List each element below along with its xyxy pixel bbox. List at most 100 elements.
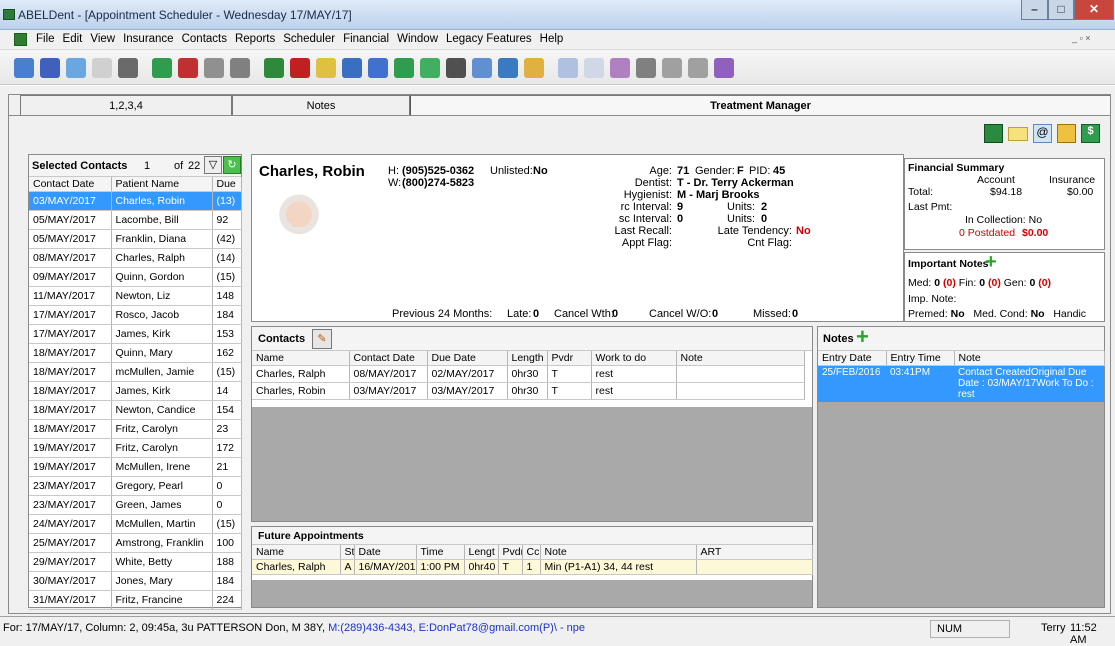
column-header[interactable]: Name bbox=[252, 351, 350, 366]
add-appointment-icon[interactable] bbox=[264, 58, 284, 78]
table-row[interactable]: 05/MAY/2017 Franklin, Diana (42) bbox=[29, 229, 242, 249]
table-row[interactable]: 31/MAY/2017 Fritz, Francine 224 bbox=[29, 590, 242, 610]
table-row[interactable]: Charles, Ralph 08/MAY/2017 02/MAY/2017 0hr3… bbox=[252, 365, 805, 383]
chart-icon[interactable] bbox=[152, 58, 172, 78]
column-header[interactable]: Note bbox=[540, 545, 697, 560]
contacts-icon[interactable] bbox=[66, 58, 86, 78]
menu-reports[interactable]: Reports bbox=[231, 30, 279, 48]
blank2-icon[interactable] bbox=[636, 58, 656, 78]
add-note-plus-icon[interactable]: + bbox=[856, 326, 874, 348]
add-note-icon[interactable]: + bbox=[985, 252, 1001, 272]
column-header[interactable]: Due Date bbox=[427, 351, 508, 366]
column-header[interactable]: Cc bbox=[522, 545, 541, 560]
table-row[interactable]: 19/MAY/2017 McMullen, Irene 21 bbox=[29, 457, 242, 477]
mail-icon[interactable] bbox=[1008, 127, 1028, 141]
check-icon[interactable] bbox=[178, 58, 198, 78]
table-row[interactable]: 25/MAY/2017 Amstrong, Franklin 100 bbox=[29, 533, 242, 553]
table-row[interactable]: 18/MAY/2017 Fritz, Carolyn 23 bbox=[29, 419, 242, 439]
refresh-icon[interactable]: ↻ bbox=[223, 156, 241, 174]
payment-icon[interactable] bbox=[394, 58, 414, 78]
blank3-icon[interactable] bbox=[662, 58, 682, 78]
close-button[interactable]: ✕ bbox=[1074, 0, 1114, 20]
table-row[interactable]: 29/MAY/2017 White, Betty 188 bbox=[29, 552, 242, 572]
claim-icon[interactable] bbox=[342, 58, 362, 78]
print-icon[interactable] bbox=[446, 58, 466, 78]
menu-help[interactable]: Help bbox=[536, 30, 568, 48]
edit-pencil-icon[interactable]: ✎ bbox=[312, 329, 332, 349]
column-header[interactable]: Patient Name bbox=[111, 177, 213, 192]
pencil-icon[interactable] bbox=[316, 58, 336, 78]
table-row[interactable]: 11/MAY/2017 Newton, Liz 148 bbox=[29, 286, 242, 306]
edit-note-icon[interactable] bbox=[1057, 124, 1076, 143]
column-header[interactable]: Contact Date bbox=[29, 177, 112, 192]
column-header[interactable]: Note bbox=[954, 351, 1105, 366]
tooth-icon[interactable] bbox=[524, 58, 544, 78]
menu-view[interactable]: View bbox=[86, 30, 119, 48]
minimize-button[interactable]: – bbox=[1021, 0, 1048, 20]
column-header[interactable]: Pvdr bbox=[498, 545, 523, 560]
menu-scheduler[interactable]: Scheduler bbox=[279, 30, 339, 48]
tooth2-icon[interactable] bbox=[584, 58, 604, 78]
report-icon[interactable] bbox=[420, 58, 440, 78]
table-row[interactable]: 17/MAY/2017 Rosco, Jacob 184 bbox=[29, 305, 242, 325]
column-header[interactable]: Due bbox=[212, 177, 242, 192]
table-row[interactable]: 17/MAY/2017 James, Kirk 153 bbox=[29, 324, 242, 344]
ledger-icon[interactable] bbox=[368, 58, 388, 78]
filter-icon[interactable]: ▽ bbox=[204, 156, 222, 174]
table-row[interactable]: 19/MAY/2017 Fritz, Carolyn 172 bbox=[29, 438, 242, 458]
doc-icon[interactable] bbox=[472, 58, 492, 78]
edit-icon[interactable] bbox=[230, 58, 250, 78]
column-header[interactable]: Lengt bbox=[464, 545, 499, 560]
phone-icon[interactable] bbox=[204, 58, 224, 78]
table-row[interactable]: 25/FEB/2016 03:41PM Contact CreatedOrigina… bbox=[818, 365, 1104, 402]
table-row[interactable]: 18/MAY/2017 James, Kirk 14 bbox=[29, 381, 242, 401]
table-row[interactable]: 18/MAY/2017 mcMullen, Jamie (15) bbox=[29, 362, 242, 382]
column-header[interactable]: ART bbox=[696, 545, 813, 560]
table-row[interactable]: 08/MAY/2017 Charles, Ralph (14) bbox=[29, 248, 242, 268]
menu-window[interactable]: Window bbox=[393, 30, 442, 48]
table-row[interactable]: 18/MAY/2017 Quinn, Mary 162 bbox=[29, 343, 242, 363]
menu-edit[interactable]: Edit bbox=[59, 30, 87, 48]
table-row[interactable]: 24/MAY/2017 McMullen, Martin (15) bbox=[29, 514, 242, 534]
tab-notes[interactable]: Notes bbox=[232, 95, 410, 115]
table-row[interactable]: 30/MAY/2017 Jones, Mary 184 bbox=[29, 571, 242, 591]
table-row[interactable]: Charles, Ralph A 16/MAY/2017 1:00 PM 0hr40 T 1… bbox=[252, 559, 813, 575]
menu-financial[interactable]: Financial bbox=[339, 30, 393, 48]
column-header[interactable]: Entry Date bbox=[818, 351, 887, 366]
financial-icon[interactable]: $ bbox=[1081, 124, 1100, 143]
tab-treatment-manager[interactable]: Treatment Manager bbox=[410, 95, 1110, 115]
blank-icon[interactable] bbox=[118, 58, 138, 78]
chat-icon[interactable] bbox=[92, 58, 112, 78]
patients-icon[interactable] bbox=[40, 58, 60, 78]
menu-insurance[interactable]: Insurance bbox=[119, 30, 178, 48]
remove-appointment-icon[interactable] bbox=[290, 58, 310, 78]
table-row[interactable]: 05/MAY/2017 Lacombe, Bill 92 bbox=[29, 210, 242, 230]
column-header[interactable]: St bbox=[340, 545, 355, 560]
comment-icon[interactable] bbox=[558, 58, 578, 78]
menu-contacts[interactable]: Contacts bbox=[178, 30, 231, 48]
column-header[interactable]: Note bbox=[676, 351, 805, 366]
menu-file[interactable]: File bbox=[32, 30, 59, 48]
column-header[interactable]: Length bbox=[507, 351, 548, 366]
table-row[interactable]: Charles, Robin 03/MAY/2017 03/MAY/2017 0hr3… bbox=[252, 382, 805, 400]
sms-icon[interactable] bbox=[610, 58, 630, 78]
column-header[interactable]: Date bbox=[354, 545, 417, 560]
add-patient-icon[interactable] bbox=[984, 124, 1003, 143]
person-icon[interactable] bbox=[714, 58, 734, 78]
column-header[interactable]: Contact Date bbox=[349, 351, 428, 366]
column-header[interactable]: Name bbox=[252, 545, 341, 560]
column-header[interactable]: Pvdr bbox=[547, 351, 592, 366]
table-row[interactable]: 03/MAY/2017 Charles, Robin (13) bbox=[29, 191, 242, 211]
mdi-controls[interactable]: _ ▫ × bbox=[1072, 33, 1112, 46]
maximize-button[interactable]: □ bbox=[1048, 0, 1074, 20]
menu-legacy-features[interactable]: Legacy Features bbox=[442, 30, 536, 48]
schedule-icon[interactable] bbox=[14, 58, 34, 78]
table-row[interactable]: 23/MAY/2017 Green, James 0 bbox=[29, 495, 242, 515]
column-header[interactable]: Work to do bbox=[591, 351, 677, 366]
column-header[interactable]: Time bbox=[416, 545, 465, 560]
table-row[interactable]: 18/MAY/2017 Newton, Candice 154 bbox=[29, 400, 242, 420]
recall-icon[interactable] bbox=[498, 58, 518, 78]
blank4-icon[interactable] bbox=[688, 58, 708, 78]
tab-1234[interactable]: 1,2,3,4 bbox=[20, 95, 232, 115]
table-row[interactable]: 09/MAY/2017 Quinn, Gordon (15) bbox=[29, 267, 242, 287]
